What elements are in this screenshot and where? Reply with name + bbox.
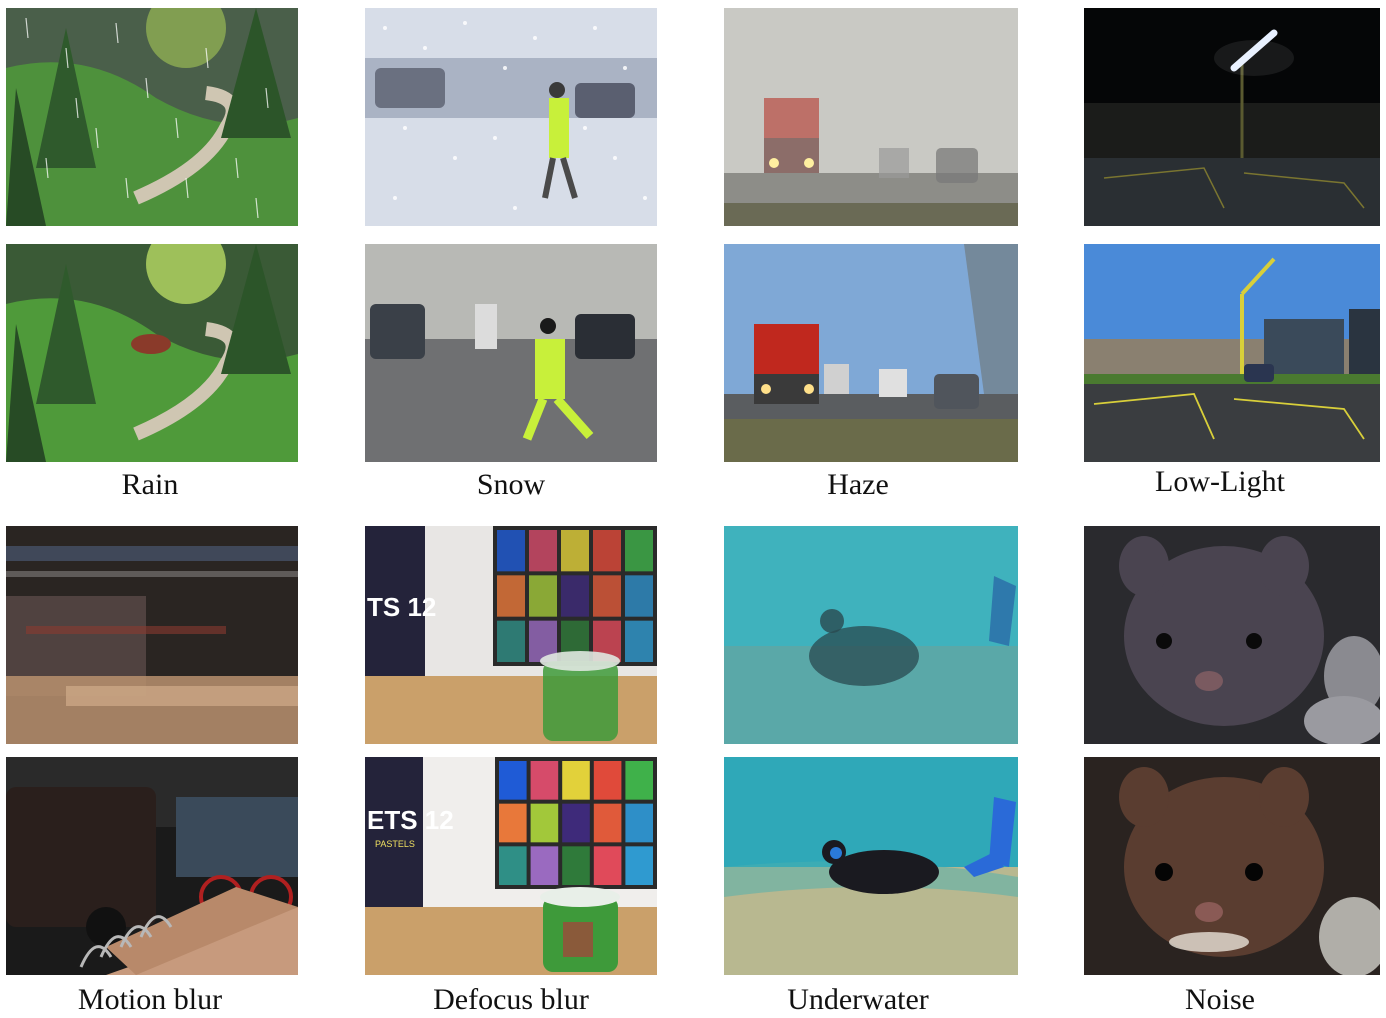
checker-patch [499, 761, 527, 800]
lowlight-clean-photo [1084, 244, 1380, 462]
caption-snow: Snow [476, 468, 546, 501]
checker-patch [625, 620, 653, 662]
underwater-degraded-photo [724, 526, 1018, 744]
checker-patch [499, 846, 527, 885]
motion-clean-photo [6, 757, 298, 975]
checker-patch [530, 803, 559, 843]
checker-patch [530, 761, 559, 800]
checker-patch [529, 575, 557, 617]
checker-patch [593, 530, 621, 572]
checker-patch [562, 803, 590, 843]
defocus-degraded-photo: TS 12 [365, 526, 657, 744]
checker-patch [497, 575, 525, 617]
caption-underwater: Underwater [787, 983, 929, 1016]
haze-clean-photo [724, 244, 1018, 462]
caption-haze: Haze [827, 468, 889, 501]
caption-noise: Noise [1185, 983, 1255, 1016]
lowlight-degraded-photo [1084, 8, 1380, 226]
caption-motion-blur: Motion blur [77, 983, 223, 1016]
haze-degraded-photo [724, 8, 1018, 226]
checker-patch [499, 803, 527, 843]
caption-lowlight: Low-Light [1155, 465, 1285, 498]
checker-patch [562, 761, 590, 800]
checker-patch [625, 761, 653, 800]
caption-defocus-blur: Defocus blur [433, 983, 589, 1016]
box-label-clean: ETS 12 [367, 805, 454, 835]
checker-patch [530, 846, 559, 885]
checker-patch [593, 575, 621, 617]
checker-patch [625, 530, 653, 572]
color-checker-degraded [497, 530, 653, 662]
caption-rain: Rain [121, 468, 179, 501]
checker-patch [593, 846, 622, 885]
checker-patch [497, 530, 525, 572]
checker-patch [625, 575, 653, 617]
checker-patch [593, 803, 622, 843]
checker-patch [625, 803, 653, 843]
underwater-clean-photo [724, 757, 1018, 975]
snow-clean-photo [365, 244, 657, 462]
checker-patch [561, 530, 589, 572]
checker-patch [561, 575, 589, 617]
rain-degraded-photo [6, 8, 298, 226]
box-label-degraded: TS 12 [367, 592, 436, 622]
checker-patch [593, 761, 622, 800]
color-checker-clean [499, 761, 653, 885]
noise-clean-photo [1084, 757, 1380, 975]
checker-patch [625, 846, 653, 885]
rain-clean-photo [6, 244, 298, 462]
defocus-clean-photo: ETS 12 PASTELS [365, 757, 657, 975]
noise-degraded-photo [1084, 526, 1380, 744]
checker-patch [497, 620, 525, 662]
checker-patch [562, 846, 590, 885]
motion-degraded-photo [6, 526, 298, 744]
snow-degraded-photo [365, 8, 657, 226]
checker-patch [529, 530, 557, 572]
box-label-clean-small: PASTELS [375, 839, 415, 849]
